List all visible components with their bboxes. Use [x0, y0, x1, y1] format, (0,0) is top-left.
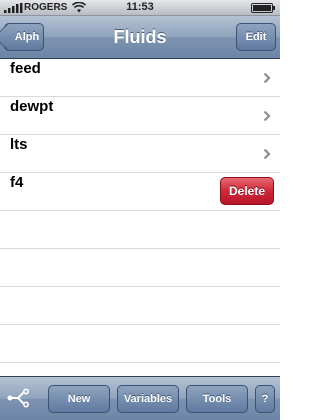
- table-row[interactable]: lts: [0, 135, 280, 173]
- empty-row: [0, 211, 280, 249]
- empty-row: [0, 287, 280, 325]
- status-time: 11:53: [126, 1, 154, 13]
- table-row[interactable]: dewpt: [0, 97, 280, 135]
- empty-row: [0, 325, 280, 363]
- chevron-right-icon: [263, 72, 271, 84]
- row-label: feed: [10, 60, 41, 77]
- chevron-right-icon: [263, 110, 271, 122]
- new-button[interactable]: New: [48, 385, 110, 413]
- status-bar: ROGERS 11:53: [0, 0, 280, 16]
- delete-button[interactable]: Delete: [220, 177, 274, 205]
- row-label: f4: [10, 174, 24, 191]
- battery-icon: [251, 3, 275, 13]
- empty-row: [0, 249, 280, 287]
- variables-button[interactable]: Variables: [117, 385, 179, 413]
- bottom-toolbar: New Variables Tools ?: [0, 376, 280, 420]
- row-label: dewpt: [10, 98, 54, 115]
- navigation-bar: Alph Fluids Edit: [0, 16, 280, 59]
- chevron-right-icon: [263, 148, 271, 160]
- tools-button[interactable]: Tools: [186, 385, 248, 413]
- table-row[interactable]: feed: [0, 59, 280, 97]
- edit-button[interactable]: Edit: [236, 23, 276, 51]
- fluids-table: feed dewpt lts f4 Delete: [0, 59, 280, 363]
- row-label: lts: [10, 136, 28, 153]
- table-row[interactable]: f4 Delete: [0, 173, 280, 211]
- help-button[interactable]: ?: [255, 385, 275, 413]
- branch-icon[interactable]: [6, 387, 32, 409]
